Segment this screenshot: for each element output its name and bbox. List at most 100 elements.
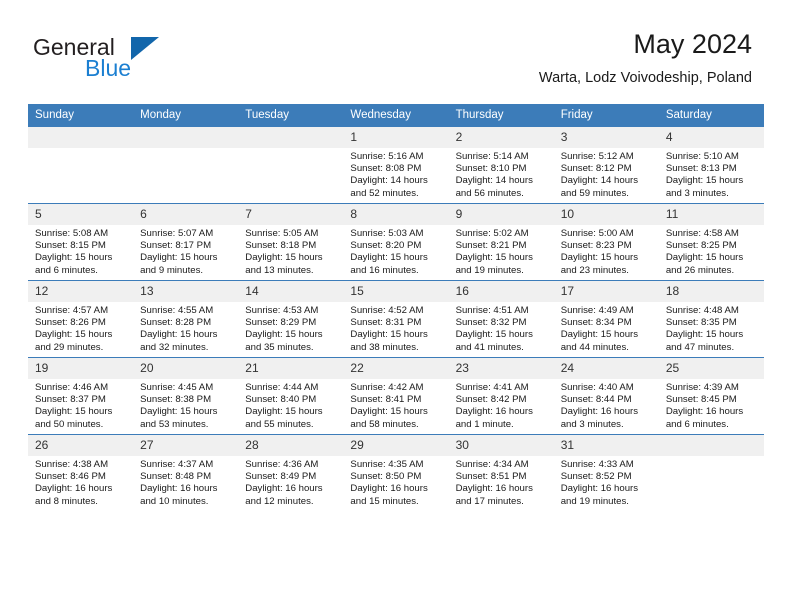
calendar-day-cell[interactable]: 10 Sunrise: 5:00 AM Sunset: 8:23 PM Dayligh… [553, 203, 659, 281]
daylight-text-line1: Daylight: 15 hours [245, 252, 323, 264]
sunset-text: Sunset: 8:12 PM [560, 163, 632, 175]
day-details: Sunrise: 4:46 AM Sunset: 8:37 PM Daylight:… [28, 379, 133, 431]
day-details: Sunrise: 5:07 AM Sunset: 8:17 PM Daylight:… [133, 225, 238, 277]
weekday-header-monday: Monday [133, 104, 239, 127]
weekday-header-sunday: Sunday [28, 104, 134, 127]
calendar-day-cell[interactable]: 7 Sunrise: 5:05 AM Sunset: 8:18 PM Daylight… [238, 203, 344, 281]
brand-logo[interactable]: General Blue [33, 34, 233, 84]
sunrise-text: Sunrise: 5:07 AM [140, 228, 214, 239]
page-subtitle: Warta, Lodz Voivodeship, Poland [538, 70, 752, 86]
sunset-text: Sunset: 8:49 PM [245, 471, 317, 483]
sunset-text: Sunset: 8:32 PM [455, 317, 527, 329]
calendar-week-row: 19 Sunrise: 4:46 AM Sunset: 8:37 PM Dayligh… [28, 357, 764, 435]
daylight-text-line2: and 35 minutes. [245, 341, 314, 353]
calendar-day-cell[interactable]: 29 Sunrise: 4:35 AM Sunset: 8:50 PM Dayligh… [343, 434, 449, 511]
sunset-text: Sunset: 8:50 PM [350, 471, 422, 483]
day-details: Sunrise: 4:51 AM Sunset: 8:32 PM Daylight:… [449, 302, 554, 354]
calendar-day-cell[interactable]: 11 Sunrise: 4:58 AM Sunset: 8:25 PM Dayligh… [658, 203, 764, 281]
daylight-text-line2: and 26 minutes. [665, 264, 735, 276]
daylight-text-line2: and 19 minutes. [455, 264, 524, 276]
day-details: Sunrise: 5:14 AM Sunset: 8:10 PM Daylight:… [449, 148, 554, 200]
calendar-day-cell[interactable]: 31 Sunrise: 4:33 AM Sunset: 8:52 PM Dayligh… [553, 434, 659, 511]
sunset-text: Sunset: 8:46 PM [35, 471, 106, 483]
daylight-text-line1: Daylight: 16 hours [35, 483, 113, 495]
day-details: Sunrise: 4:55 AM Sunset: 8:28 PM Daylight:… [133, 302, 238, 354]
daylight-text-line1: Daylight: 14 hours [455, 175, 533, 187]
calendar-day-cell-empty [658, 434, 764, 511]
calendar-day-cell[interactable]: 25 Sunrise: 4:39 AM Sunset: 8:45 PM Dayligh… [658, 357, 764, 435]
calendar-day-cell[interactable]: 2 Sunrise: 5:14 AM Sunset: 8:10 PM Daylight… [448, 126, 554, 204]
calendar-day-cell[interactable]: 20 Sunrise: 4:45 AM Sunset: 8:38 PM Dayligh… [133, 357, 239, 435]
daylight-text-line2: and 6 minutes. [35, 264, 98, 276]
calendar-day-cell[interactable]: 3 Sunrise: 5:12 AM Sunset: 8:12 PM Daylight… [553, 126, 659, 204]
daylight-text-line1: Daylight: 15 hours [665, 252, 744, 264]
sunset-text: Sunset: 8:44 PM [560, 394, 632, 406]
sunset-text: Sunset: 8:25 PM [665, 240, 737, 252]
calendar-day-cell[interactable]: 30 Sunrise: 4:34 AM Sunset: 8:51 PM Dayligh… [448, 434, 554, 511]
sunset-text: Sunset: 8:45 PM [665, 394, 737, 406]
calendar-day-cell[interactable]: 21 Sunrise: 4:44 AM Sunset: 8:40 PM Dayligh… [238, 357, 344, 435]
day-number [238, 127, 344, 148]
calendar-day-cell[interactable]: 5 Sunrise: 5:08 AM Sunset: 8:15 PM Daylight… [28, 203, 134, 281]
day-number: 20 [133, 358, 239, 379]
calendar-day-cell-empty [238, 126, 344, 204]
daylight-text-line1: Daylight: 16 hours [560, 406, 639, 418]
calendar-day-cell[interactable]: 26 Sunrise: 4:38 AM Sunset: 8:46 PM Dayligh… [28, 434, 134, 511]
day-details: Sunrise: 4:37 AM Sunset: 8:48 PM Daylight:… [133, 456, 238, 508]
day-number: 23 [448, 358, 554, 379]
sunrise-text: Sunrise: 4:45 AM [140, 382, 214, 393]
day-number: 1 [343, 127, 449, 148]
daylight-text-line2: and 13 minutes. [245, 264, 314, 276]
title-block: May 2024 Warta, Lodz Voivodeship, Poland [539, 28, 752, 88]
calendar-day-cell[interactable]: 17 Sunrise: 4:49 AM Sunset: 8:34 PM Dayligh… [553, 280, 659, 358]
calendar-day-cell[interactable]: 19 Sunrise: 4:46 AM Sunset: 8:37 PM Dayligh… [28, 357, 134, 435]
calendar-week-row: 1 Sunrise: 5:16 AM Sunset: 8:08 PM Daylight… [28, 126, 764, 204]
calendar-day-cell[interactable]: 4 Sunrise: 5:10 AM Sunset: 8:13 PM Daylight… [658, 126, 764, 204]
day-number: 9 [448, 204, 554, 225]
sunrise-text: Sunrise: 4:37 AM [140, 459, 214, 470]
calendar-day-cell[interactable]: 23 Sunrise: 4:41 AM Sunset: 8:42 PM Dayligh… [448, 357, 554, 435]
weekday-header-wednesday: Wednesday [343, 104, 449, 127]
daylight-text-line1: Daylight: 15 hours [140, 406, 218, 418]
calendar-day-cell[interactable]: 24 Sunrise: 4:40 AM Sunset: 8:44 PM Dayligh… [553, 357, 659, 435]
calendar-day-cell[interactable]: 12 Sunrise: 4:57 AM Sunset: 8:26 PM Dayligh… [28, 280, 134, 358]
daylight-text-line1: Daylight: 16 hours [140, 483, 218, 495]
calendar-day-cell[interactable]: 9 Sunrise: 5:02 AM Sunset: 8:21 PM Daylight… [448, 203, 554, 281]
day-number: 13 [133, 281, 239, 302]
calendar-day-cell[interactable]: 13 Sunrise: 4:55 AM Sunset: 8:28 PM Dayligh… [133, 280, 239, 358]
daylight-text-line1: Daylight: 14 hours [350, 175, 428, 187]
calendar-day-cell[interactable]: 27 Sunrise: 4:37 AM Sunset: 8:48 PM Dayligh… [133, 434, 239, 511]
sunset-text: Sunset: 8:38 PM [140, 394, 212, 406]
calendar-day-cell-empty [28, 126, 134, 204]
calendar-day-cell[interactable]: 28 Sunrise: 4:36 AM Sunset: 8:49 PM Dayligh… [238, 434, 344, 511]
calendar-day-cell[interactable]: 1 Sunrise: 5:16 AM Sunset: 8:08 PM Daylight… [343, 126, 449, 204]
sunrise-text: Sunrise: 5:14 AM [455, 151, 529, 162]
calendar-grid: Sunday Monday Tuesday Wednesday Thursday… [28, 104, 764, 511]
daylight-text-line2: and 32 minutes. [140, 341, 209, 353]
daylight-text-line2: and 59 minutes. [560, 187, 629, 199]
day-number: 19 [28, 358, 134, 379]
brand-name-blue: Blue [85, 55, 132, 81]
sunset-text: Sunset: 8:18 PM [245, 240, 317, 252]
daylight-text-line2: and 23 minutes. [560, 264, 629, 276]
day-details: Sunrise: 5:16 AM Sunset: 8:08 PM Daylight:… [343, 148, 448, 200]
sunrise-text: Sunrise: 5:02 AM [455, 228, 529, 239]
calendar-day-cell[interactable]: 22 Sunrise: 4:42 AM Sunset: 8:41 PM Dayligh… [343, 357, 449, 435]
calendar-day-cell[interactable]: 16 Sunrise: 4:51 AM Sunset: 8:32 PM Dayligh… [448, 280, 554, 358]
sunrise-text: Sunrise: 4:34 AM [455, 459, 529, 470]
sunset-text: Sunset: 8:29 PM [245, 317, 317, 329]
sunrise-text: Sunrise: 5:00 AM [560, 228, 634, 239]
day-details: Sunrise: 4:44 AM Sunset: 8:40 PM Daylight:… [238, 379, 343, 431]
sunset-text: Sunset: 8:26 PM [35, 317, 106, 329]
calendar-day-cell[interactable]: 15 Sunrise: 4:52 AM Sunset: 8:31 PM Dayligh… [343, 280, 449, 358]
calendar-day-cell[interactable]: 6 Sunrise: 5:07 AM Sunset: 8:17 PM Daylight… [133, 203, 239, 281]
day-number: 7 [238, 204, 344, 225]
day-details: Sunrise: 4:38 AM Sunset: 8:46 PM Daylight:… [28, 456, 133, 508]
daylight-text-line2: and 53 minutes. [140, 418, 209, 430]
daylight-text-line2: and 44 minutes. [560, 341, 629, 353]
calendar-day-cell[interactable]: 14 Sunrise: 4:53 AM Sunset: 8:29 PM Dayligh… [238, 280, 344, 358]
calendar-day-cell[interactable]: 18 Sunrise: 4:48 AM Sunset: 8:35 PM Dayligh… [658, 280, 764, 358]
daylight-text-line1: Daylight: 15 hours [35, 329, 113, 341]
sunset-text: Sunset: 8:10 PM [455, 163, 527, 175]
calendar-day-cell[interactable]: 8 Sunrise: 5:03 AM Sunset: 8:20 PM Daylight… [343, 203, 449, 281]
